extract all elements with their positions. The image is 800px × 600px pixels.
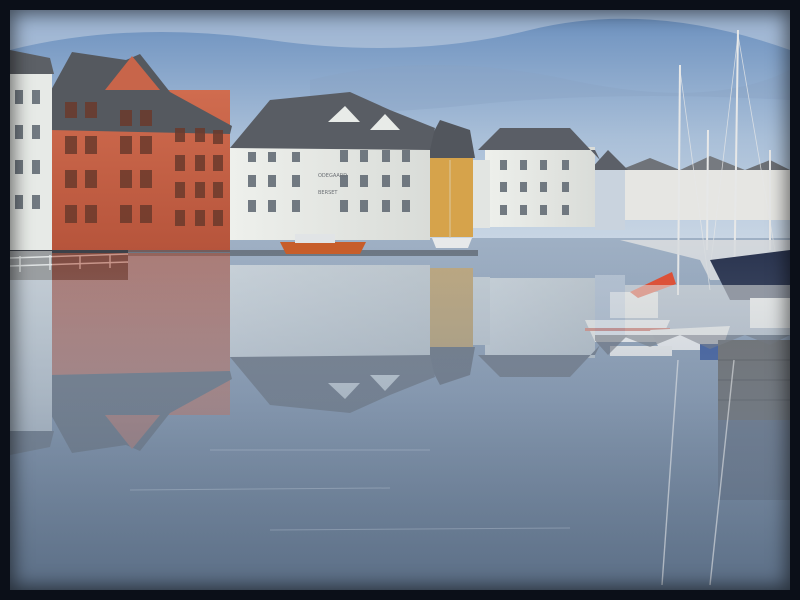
building-sign-1: ODEGAARD — [318, 173, 347, 179]
photo-frame: ODEGAARD BERSET — [0, 0, 800, 600]
harbour-scene: ODEGAARD BERSET — [10, 10, 790, 590]
harbour-photo: ODEGAARD BERSET — [10, 10, 790, 590]
building-sign-2: BERSET — [318, 190, 338, 196]
